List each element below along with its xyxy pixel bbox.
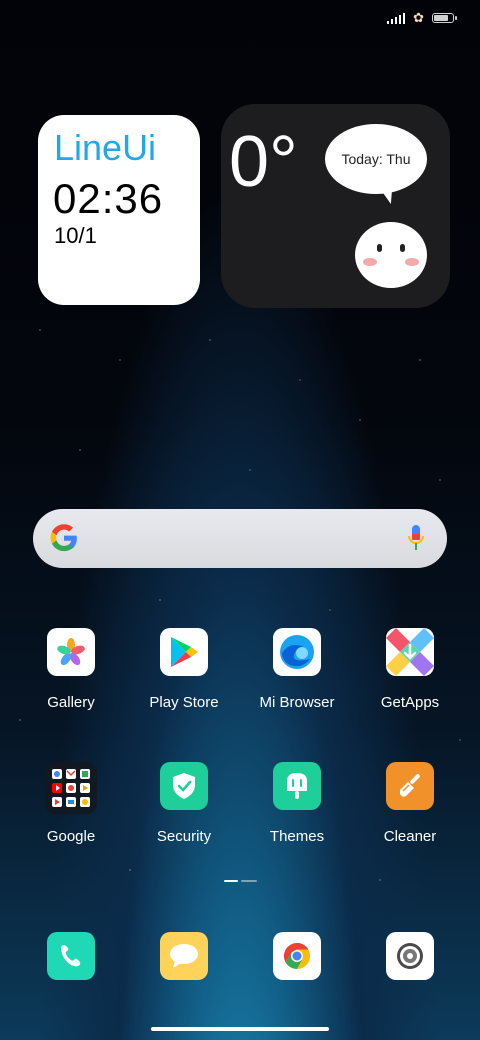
security-shield-icon <box>160 762 208 810</box>
app-label-mi-browser: Mi Browser <box>259 694 335 711</box>
play-store-icon <box>160 628 208 676</box>
weather-widget[interactable]: 0° Today: Thu <box>221 104 450 308</box>
app-label-play-store: Play Store <box>149 694 219 711</box>
dock-camera[interactable] <box>350 932 470 980</box>
app-play-store[interactable]: Play Store <box>124 628 244 711</box>
battery-icon <box>432 13 457 23</box>
microphone-icon[interactable] <box>407 525 425 553</box>
phone-icon <box>47 932 95 980</box>
themes-icon <box>273 762 321 810</box>
mascot-eye-left <box>377 244 382 252</box>
getapps-icon <box>386 628 434 676</box>
app-getapps[interactable]: GetApps <box>350 628 470 711</box>
page-indicator[interactable] <box>224 880 257 882</box>
flower-icon: ✿ <box>413 10 424 25</box>
clock-brand-label: LineUi <box>54 127 157 168</box>
gallery-icon <box>47 628 95 676</box>
app-security[interactable]: Security <box>124 762 244 845</box>
app-label-gallery: Gallery <box>47 694 95 711</box>
page-dot <box>241 880 257 882</box>
google-g-icon <box>50 524 77 552</box>
messages-icon <box>160 932 208 980</box>
google-folder-icon <box>45 762 97 814</box>
app-mi-browser[interactable]: Mi Browser <box>237 628 357 711</box>
app-themes[interactable]: Themes <box>237 762 357 845</box>
app-label-themes: Themes <box>269 828 325 845</box>
app-gallery[interactable]: Gallery <box>11 628 131 711</box>
mascot-eye-right <box>400 244 405 252</box>
clock-widget[interactable]: LineUi 02:36 10/1 <box>38 115 200 305</box>
chrome-icon <box>273 932 321 980</box>
status-bar: ✿ <box>387 10 457 25</box>
mascot-face-icon <box>355 222 427 288</box>
cleaner-brush-icon <box>386 762 434 810</box>
mi-browser-icon <box>273 628 321 676</box>
app-label-google: Google <box>46 828 96 845</box>
home-gesture-bar[interactable] <box>151 1027 329 1031</box>
clock-date: 10/1 <box>54 223 97 248</box>
speech-bubble-text: Today: Thu <box>341 151 411 167</box>
camera-icon <box>386 932 434 980</box>
app-google-folder[interactable]: Google <box>11 762 131 845</box>
signal-icon <box>387 12 406 24</box>
app-label-cleaner: Cleaner <box>383 828 437 845</box>
app-cleaner[interactable]: Cleaner <box>350 762 470 845</box>
app-label-getapps: GetApps <box>380 694 440 711</box>
page-dot-active <box>224 880 238 882</box>
clock-time: 02:36 <box>53 175 164 222</box>
dock-messages[interactable] <box>124 932 244 980</box>
dock-chrome[interactable] <box>237 932 357 980</box>
dock-phone[interactable] <box>11 932 131 980</box>
speech-bubble: Today: Thu <box>325 124 427 194</box>
temperature-text: 0° <box>229 122 298 202</box>
google-search-bar[interactable] <box>33 509 447 568</box>
mascot-blush-left <box>363 258 377 266</box>
app-label-security: Security <box>156 828 212 845</box>
mascot-blush-right <box>405 258 419 266</box>
